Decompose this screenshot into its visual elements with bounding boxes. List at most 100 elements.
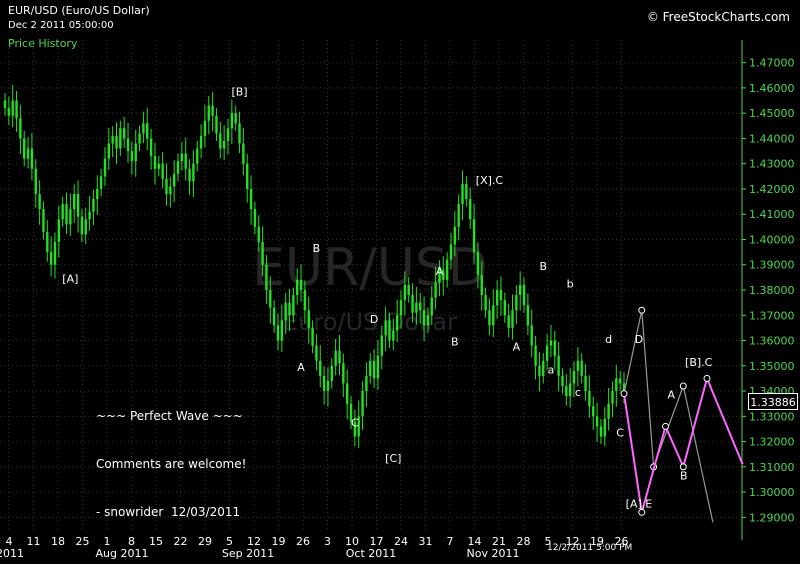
wave-label: b [567, 277, 574, 290]
candle-body [299, 279, 303, 290]
candle-body [599, 426, 603, 437]
candle-body [376, 355, 380, 379]
candle-body [138, 133, 141, 144]
candle-body [461, 183, 464, 205]
wave-label: c [575, 386, 581, 399]
candle-body [161, 163, 164, 179]
last-price-badge: 1.33886 [748, 393, 798, 410]
candle-body [176, 161, 180, 174]
x-tick-label: 18 [51, 535, 65, 548]
candle-body [492, 305, 495, 326]
x-month-label: Oct 2011 [346, 547, 397, 560]
candle-body [611, 391, 614, 404]
candle-body [603, 418, 606, 437]
projection-pink-line-point [661, 422, 669, 430]
candle-body [526, 305, 530, 326]
timestamp-label: 12/2/2011 5:00 PM [547, 543, 633, 553]
candle-body [369, 360, 372, 376]
wave-label: a [548, 363, 555, 376]
wave-label: B [451, 336, 459, 349]
candle-body [472, 219, 476, 253]
candle-body [576, 360, 580, 371]
candle-body [230, 113, 234, 129]
wave-label: [X].C [476, 174, 504, 187]
candle-body [295, 279, 299, 296]
candle-body [276, 325, 280, 341]
candle-body [580, 360, 583, 376]
candle-body [172, 173, 176, 187]
wave-label: D [370, 313, 378, 326]
candle-body [503, 300, 507, 316]
wave-label: B [680, 469, 688, 482]
candle-body [384, 320, 387, 336]
wave-label: [B].C [685, 356, 713, 369]
candle-body [165, 178, 168, 194]
candle-body [149, 138, 153, 157]
projection-gray-line-point [679, 382, 687, 390]
wave-label: A [513, 341, 521, 354]
candle-body [134, 143, 137, 162]
candle-body [565, 386, 568, 397]
x-month-label: Nov 2011 [467, 547, 520, 560]
y-tick-label: 1.47000 [749, 57, 795, 70]
candle-body [484, 295, 487, 311]
candle-body [507, 315, 510, 328]
candle-body [322, 375, 326, 392]
x-tick-label: 11 [27, 535, 41, 548]
candle-body [265, 264, 268, 290]
candle-body [561, 375, 564, 386]
candle-body [426, 315, 430, 326]
candle-body [7, 108, 11, 116]
candle-body [261, 242, 264, 265]
wave-label: B [539, 260, 547, 273]
x-tick-label: 25 [76, 535, 90, 548]
candle-body [434, 282, 437, 298]
candle-body [38, 194, 41, 210]
candle-body [272, 307, 276, 326]
candle-body [3, 100, 7, 109]
candle-body [615, 378, 618, 392]
projection-pink-line-point [703, 374, 711, 382]
candle-body [146, 123, 149, 139]
candle-body [65, 204, 68, 225]
candle-body [30, 148, 34, 169]
candle-body [111, 135, 114, 144]
candle-body [618, 378, 622, 384]
y-tick-label: 1.32000 [749, 436, 795, 449]
candle-body [207, 105, 210, 121]
candle-body [53, 242, 57, 265]
x-month-label: Aug 2011 [96, 547, 149, 560]
x-tick-label: 26 [296, 535, 310, 548]
y-tick-label: 1.35000 [749, 360, 795, 373]
y-tick-label: 1.41000 [749, 208, 795, 221]
candle-body [303, 290, 307, 311]
comment-line-2: Comments are welcome! [96, 457, 247, 471]
candle-body [292, 295, 295, 316]
candle-body [392, 330, 395, 341]
candle-body [211, 105, 214, 116]
candle-body [319, 360, 322, 376]
candle-body [449, 244, 453, 260]
candle-body [284, 302, 287, 321]
x-tick-label: 31 [419, 535, 433, 548]
candle-body [388, 320, 391, 341]
candle-body [184, 153, 187, 169]
candle-body [11, 100, 14, 116]
candle-body [76, 194, 80, 217]
comment-line-1: ~~~ Perfect Wave ~~~ [96, 409, 243, 423]
x-tick-label: 29 [198, 535, 212, 548]
candle-body [495, 290, 499, 306]
y-tick-label: 1.42000 [749, 183, 795, 196]
candle-body [334, 350, 337, 366]
candle-body [607, 403, 610, 419]
candle-body [584, 375, 587, 392]
y-tick-label: 1.46000 [749, 82, 795, 95]
y-tick-label: 1.44000 [749, 132, 795, 145]
x-tick-label: 15 [149, 535, 163, 548]
candle-body [315, 345, 318, 361]
wave-label: A [436, 265, 444, 278]
candle-body [445, 259, 449, 280]
candle-body [84, 219, 87, 235]
candle-body [469, 199, 472, 220]
candle-body [188, 168, 191, 182]
